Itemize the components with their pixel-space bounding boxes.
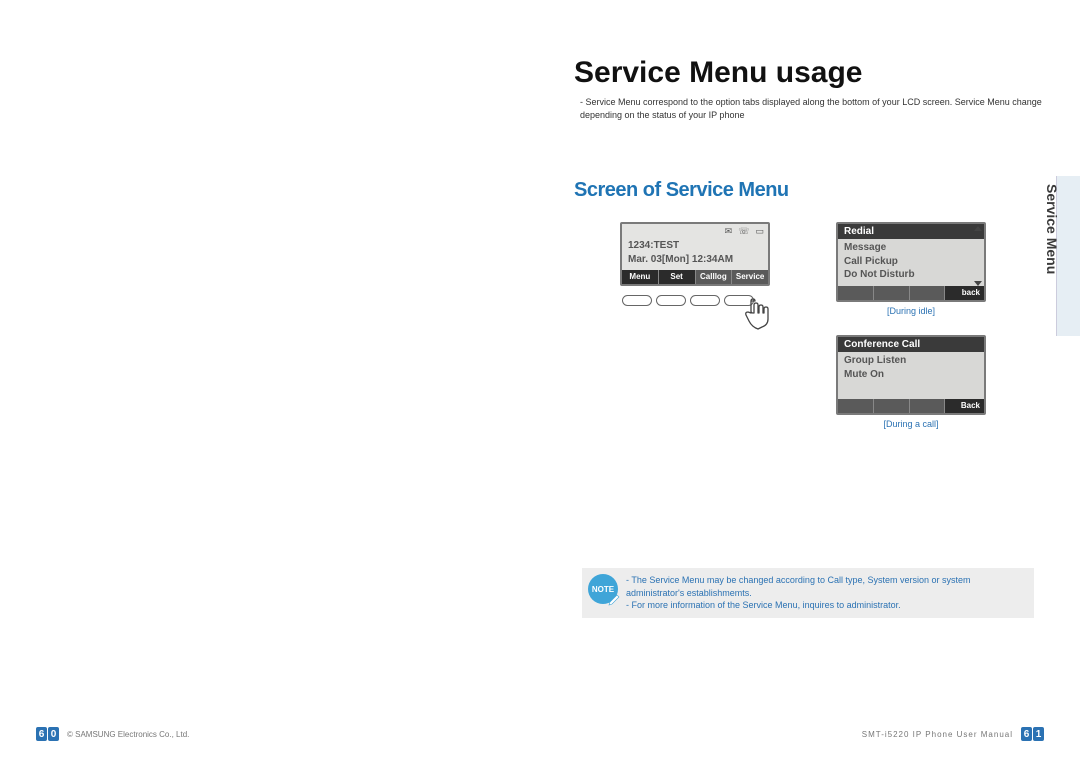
menu-item: Mute On <box>844 368 978 382</box>
lcd-caption: [During idle] <box>836 306 986 316</box>
side-tab: Service Menu <box>1056 176 1080 336</box>
footer-right: SMT-i5220 IP Phone User Manual 6 1 <box>862 727 1044 741</box>
envelope-icon: ✉ <box>725 226 733 237</box>
softkey-menu: Menu <box>622 270 659 284</box>
phone-button <box>622 295 652 306</box>
softkey-service: Service <box>732 270 768 284</box>
softkey-back: back <box>945 286 984 300</box>
page-title: Service Menu usage <box>574 56 1046 90</box>
page-digit: 1 <box>1033 727 1044 741</box>
intro-text: Service Menu correspond to the option ta… <box>580 96 1046 121</box>
menu-item: Do Not Disturb <box>844 268 978 282</box>
page-digit: 0 <box>48 727 59 741</box>
menu-item: Call Pickup <box>844 255 978 269</box>
copyright-text: © SAMSUNG Electronics Co., Ltd. <box>67 730 189 739</box>
phone-button <box>656 295 686 306</box>
lcd-idle-screen: ✉ ☏ ▭ 1234:TEST Mar. 03[Mon] 12:34AM Men… <box>620 222 770 286</box>
right-page: Service Menu usage Service Menu correspo… <box>540 0 1080 761</box>
lcd-line1: 1234:TEST <box>628 239 762 253</box>
note-line: The Service Menu may be changed accordin… <box>626 574 1024 599</box>
page-digit: 6 <box>1021 727 1032 741</box>
menu-item: Group Listen <box>844 354 978 368</box>
note-line: For more information of the Service Menu… <box>626 599 1024 612</box>
menu-item <box>844 381 978 395</box>
scroll-down-icon <box>974 281 982 286</box>
menu-item: Message <box>844 241 978 255</box>
lcd-line2: Mar. 03[Mon] 12:34AM <box>628 253 762 267</box>
note-text: The Service Menu may be changed accordin… <box>626 574 1024 612</box>
softkey-empty <box>838 399 874 413</box>
note-box: NOTE The Service Menu may be changed acc… <box>582 568 1034 618</box>
softkey-empty <box>910 286 946 300</box>
lcd-service-call: Conference Call Group Listen Mute On Bac… <box>836 335 986 429</box>
manual-name: SMT-i5220 IP Phone User Manual <box>862 730 1013 739</box>
softkey-empty <box>910 399 946 413</box>
note-badge-icon: NOTE <box>588 574 618 604</box>
scroll-up-icon <box>974 226 982 231</box>
softkey-set: Set <box>659 270 696 284</box>
page-number-left: 6 0 <box>36 727 59 741</box>
lcd-status-icons: ✉ ☏ ▭ <box>622 224 768 237</box>
phone-icon: ☏ <box>738 226 749 237</box>
section-title: Screen of Service Menu <box>574 179 1046 202</box>
left-page: 6 0 © SAMSUNG Electronics Co., Ltd. <box>0 0 540 761</box>
content-area: Service Menu usage Service Menu correspo… <box>574 56 1046 202</box>
softkey-calllog: Calllog <box>696 270 733 284</box>
lcd-service-idle: Redial Message Call Pickup Do Not Distur… <box>836 222 986 316</box>
softkey-empty <box>874 399 910 413</box>
softkey-back: Back <box>945 399 984 413</box>
screen-icon: ▭ <box>755 226 764 237</box>
phone-button <box>690 295 720 306</box>
page-number-right: 6 1 <box>1021 727 1044 741</box>
side-tab-label: Service Menu <box>1044 184 1060 202</box>
physical-buttons <box>622 295 754 306</box>
page-digit: 6 <box>36 727 47 741</box>
lcd-softkeys: Menu Set Calllog Service <box>622 270 768 284</box>
softkey-empty <box>838 286 874 300</box>
intro-line: Service Menu correspond to the option ta… <box>580 96 1046 121</box>
softkey-empty <box>874 286 910 300</box>
lcd-header: Conference Call <box>838 337 984 352</box>
lcd-caption: [During a call] <box>836 419 986 429</box>
footer-left: 6 0 © SAMSUNG Electronics Co., Ltd. <box>36 727 189 741</box>
hand-pointer-icon <box>740 295 784 340</box>
lcd-header: Redial <box>838 224 984 239</box>
scrollbar <box>974 226 982 286</box>
